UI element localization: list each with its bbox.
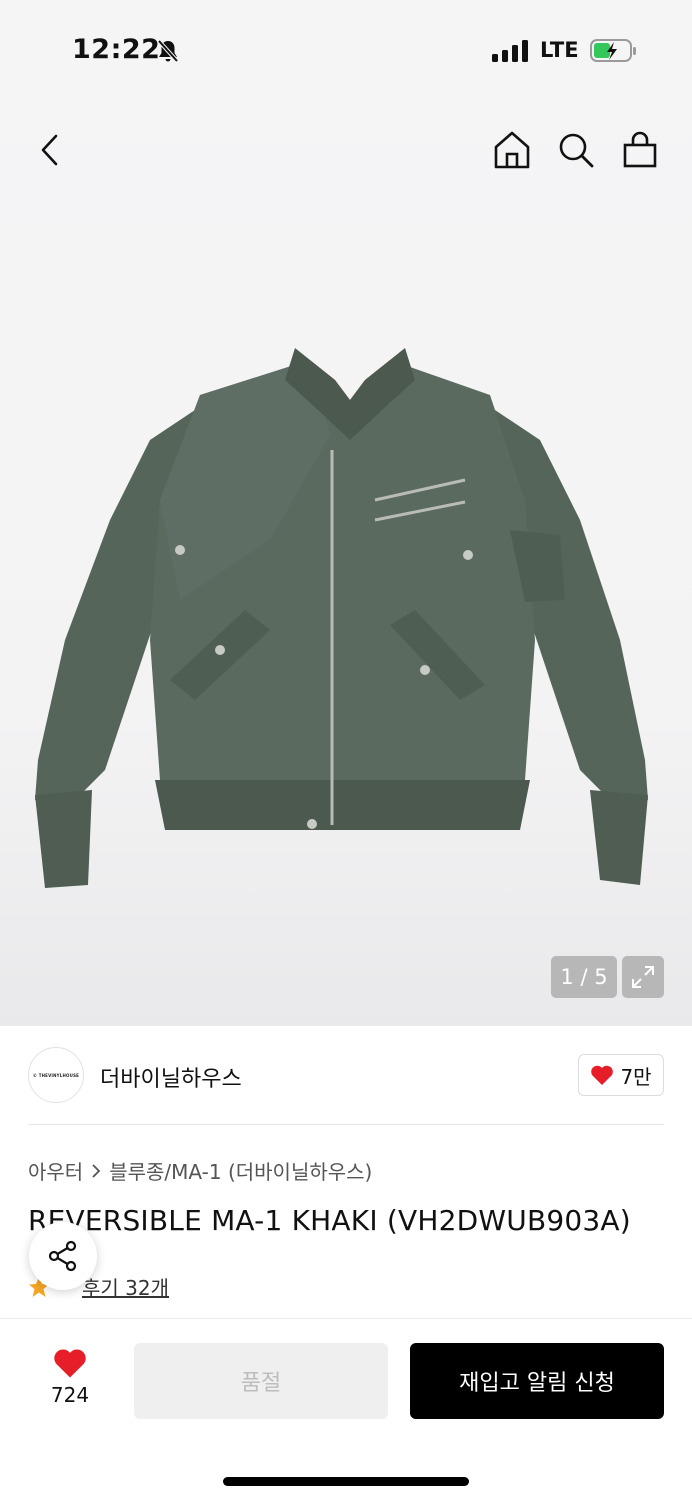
back-icon [41,134,58,166]
brand-logo-text: © THEVINYLHOUSE [32,1072,80,1078]
review-link[interactable]: 후기 32개 [82,1272,169,1301]
image-counter: 1 / 5 [551,956,617,998]
brand-like-count: 7만 [620,1064,652,1089]
chevron-right-icon [92,1163,101,1178]
breadcrumb-category[interactable]: 아우터 [28,1156,83,1185]
battery-icon [590,38,638,68]
brand-name[interactable]: 더바이닐하우스 [100,1061,242,1093]
network-label: LTE [540,38,579,62]
brand-logo[interactable]: © THEVINYLHOUSE [28,1047,84,1103]
home-icon [494,131,530,169]
home-button[interactable] [490,128,534,172]
breadcrumb-subcategory[interactable]: 블루종/MA-1 (더바이닐하우스) [109,1156,372,1185]
search-icon [559,133,594,168]
cart-button[interactable] [618,128,662,172]
expand-icon [632,966,654,988]
search-button[interactable] [554,128,598,172]
signal-icon [492,40,528,62]
restock-alert-button[interactable]: 재입고 알림 신청 [410,1343,664,1419]
product-image-area: 12:22 LTE 1 / 5 [0,0,692,1026]
bell-muted-icon [156,38,180,68]
soldout-button[interactable]: 품절 [134,1343,388,1419]
bottom-action-bar: 724 품절 재입고 알림 신청 [0,1318,692,1500]
breadcrumb: 아우터 블루종/MA-1 (더바이닐하우스) [28,1156,372,1185]
jacket-image [35,348,648,888]
expand-button[interactable] [622,956,664,998]
wishlist-button[interactable]: 724 [40,1347,100,1407]
status-bar: 12:22 LTE [0,0,692,100]
share-icon [48,1240,77,1272]
home-indicator [223,1477,469,1486]
heart-icon [54,1349,86,1378]
cart-icon [623,131,657,168]
status-time: 12:22 [72,34,161,65]
heart-icon [591,1065,614,1085]
product-title: REVERSIBLE MA-1 KHAKI (VH2DWUB903A) [28,1204,631,1237]
share-button[interactable] [29,1222,97,1290]
brand-like-button[interactable]: 7만 [578,1054,664,1096]
wishlist-count: 724 [50,1383,90,1407]
divider [28,1124,664,1125]
back-button[interactable] [30,128,70,172]
